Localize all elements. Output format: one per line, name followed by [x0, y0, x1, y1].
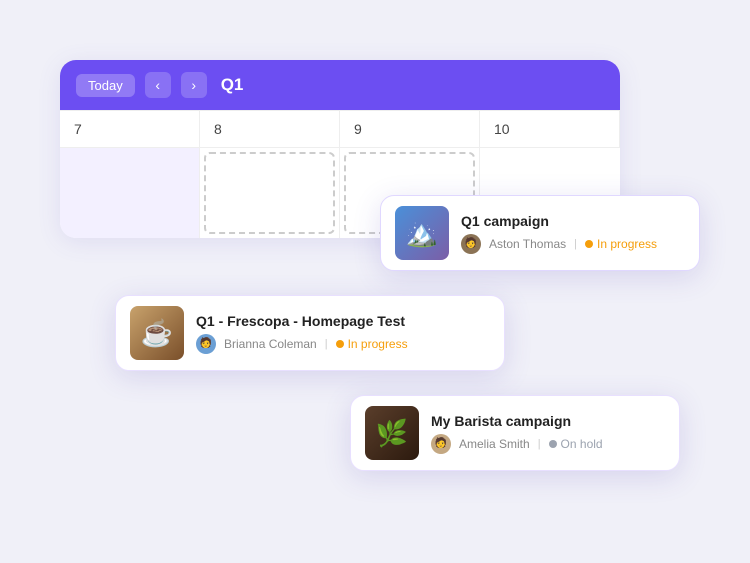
quarter-label: Q1	[221, 75, 244, 95]
barista-status-badge: On hold	[549, 437, 603, 451]
hold-dot	[549, 440, 557, 448]
q1-campaign-title: Q1 campaign	[461, 213, 685, 229]
amelia-name: Amelia Smith	[459, 437, 530, 451]
progress-dot	[585, 240, 593, 248]
col-header-7: 7	[60, 111, 200, 148]
frescopa-divider: |	[325, 338, 328, 350]
frescopa-thumb: ☕	[130, 306, 184, 360]
barista-divider: |	[538, 438, 541, 450]
calendar-cell-7	[60, 148, 200, 238]
mountain-icon: 🏔️	[406, 218, 438, 249]
q1-campaign-thumb: 🏔️	[395, 206, 449, 260]
frescopa-info: Q1 - Frescopa - Homepage Test 🧑 Brianna …	[196, 313, 490, 354]
barista-status-text: On hold	[561, 437, 603, 451]
amelia-avatar: 🧑	[431, 434, 451, 454]
col-header-9: 9	[340, 111, 480, 148]
col-header-10: 10	[480, 111, 620, 148]
calendar-header: Today ‹ › Q1	[60, 60, 620, 110]
q1-status-badge: In progress	[585, 237, 657, 251]
meta-divider: |	[574, 238, 577, 250]
frescopa-meta: 🧑 Brianna Coleman | In progress	[196, 334, 490, 354]
brianna-avatar: 🧑	[196, 334, 216, 354]
q1-campaign-card[interactable]: 🏔️ Q1 campaign 🧑 Aston Thomas | In progr…	[380, 195, 700, 271]
prev-button[interactable]: ‹	[145, 72, 171, 98]
frescopa-card[interactable]: ☕ Q1 - Frescopa - Homepage Test 🧑 Briann…	[115, 295, 505, 371]
barista-card[interactable]: 🌿 My Barista campaign 🧑 Amelia Smith | O…	[350, 395, 680, 471]
barista-title: My Barista campaign	[431, 413, 665, 429]
q1-campaign-meta: 🧑 Aston Thomas | In progress	[461, 234, 685, 254]
q1-status-text: In progress	[597, 237, 657, 251]
q1-campaign-info: Q1 campaign 🧑 Aston Thomas | In progress	[461, 213, 685, 254]
frescopa-status-text: In progress	[348, 337, 408, 351]
calendar-cell-8	[200, 148, 340, 238]
col-header-8: 8	[200, 111, 340, 148]
barista-meta: 🧑 Amelia Smith | On hold	[431, 434, 665, 454]
brianna-name: Brianna Coleman	[224, 337, 317, 351]
today-button[interactable]: Today	[76, 74, 135, 97]
plant-icon: 🌿	[376, 418, 408, 449]
barista-thumb: 🌿	[365, 406, 419, 460]
aston-avatar: 🧑	[461, 234, 481, 254]
barista-info: My Barista campaign 🧑 Amelia Smith | On …	[431, 413, 665, 454]
aston-name: Aston Thomas	[489, 237, 566, 251]
frescopa-progress-dot	[336, 340, 344, 348]
frescopa-title: Q1 - Frescopa - Homepage Test	[196, 313, 490, 329]
frescopa-status-badge: In progress	[336, 337, 408, 351]
dashed-placeholder	[204, 152, 335, 234]
coffee-icon: ☕	[141, 318, 173, 349]
next-button[interactable]: ›	[181, 72, 207, 98]
